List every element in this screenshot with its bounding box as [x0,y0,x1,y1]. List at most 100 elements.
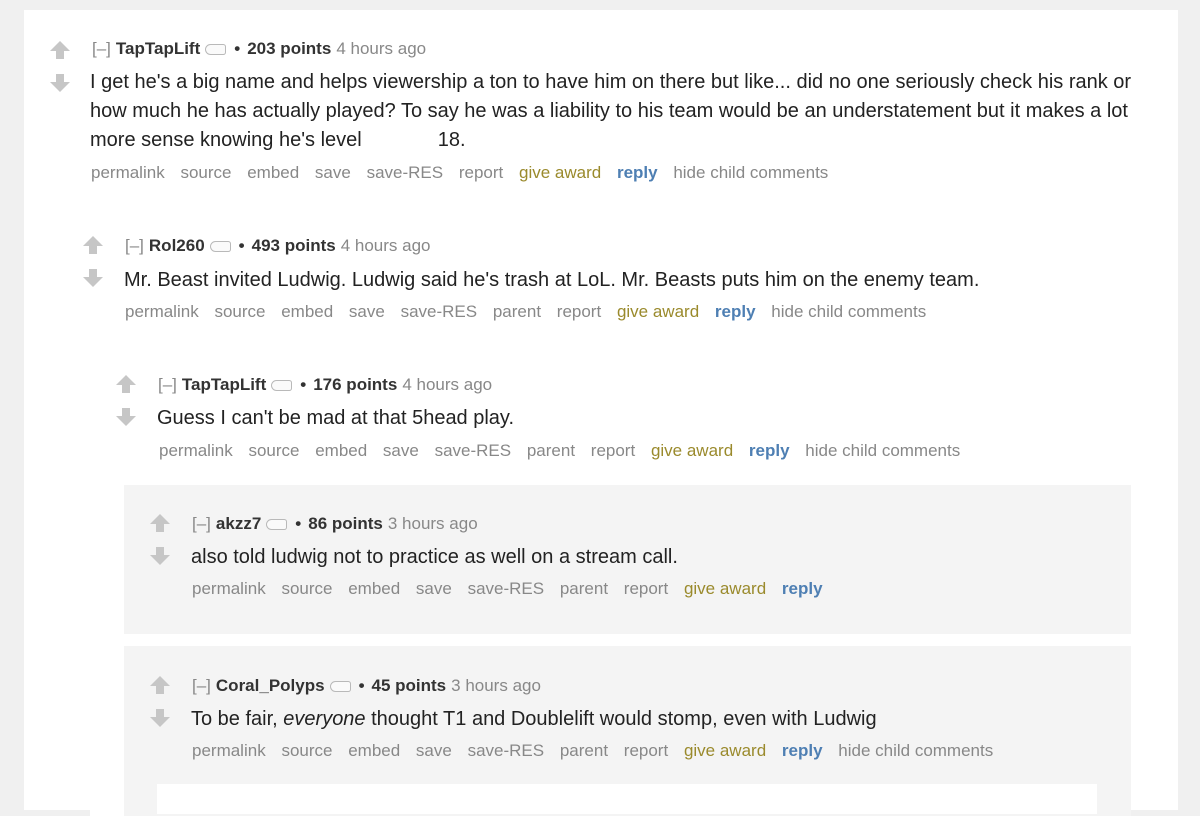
report-link[interactable]: report [624,741,668,760]
embed-link[interactable]: embed [281,302,333,321]
downvote-arrow-icon[interactable] [82,268,104,288]
save-link[interactable]: save [416,579,452,598]
comment-text: 18. [437,129,466,151]
give-award-link[interactable]: give award [651,441,733,460]
parent-link[interactable]: parent [527,441,575,460]
permalink-link[interactable]: permalink [159,441,233,460]
timestamp: 4 hours ago [336,39,427,58]
flair-tag-icon [205,43,227,55]
downvote-arrow-icon[interactable] [149,708,171,728]
comment-body: To be fair, everyone thought T1 and Doub… [191,705,1121,734]
score: 45 points [371,676,447,695]
collapse-toggle[interactable]: [–] [192,513,211,535]
downvote-arrow-icon[interactable] [115,407,137,427]
upvote-arrow-icon[interactable] [49,40,71,60]
reply-link[interactable]: reply [749,441,790,460]
report-link[interactable]: report [591,441,635,460]
source-link[interactable]: source [248,441,299,460]
save-link[interactable]: save [416,741,452,760]
comment-tagline: [–] TapTapLift • 176 points 4 hours ago [158,374,492,396]
permalink-link[interactable]: permalink [192,579,266,598]
upvote-arrow-icon[interactable] [115,374,137,394]
comment-actions: permalink source embed save save-RES par… [192,578,834,600]
collapse-toggle[interactable]: [–] [125,235,144,257]
report-link[interactable]: report [624,579,668,598]
permalink-link[interactable]: permalink [91,163,165,182]
author-link[interactable]: TapTapLift [182,374,266,396]
author-link[interactable]: Rol260 [149,235,205,257]
comment-text: I get he's a big name and helps viewersh… [90,71,1132,151]
score: 203 points [247,39,332,58]
comment-body: also told ludwig not to practice as well… [191,543,1121,572]
embed-link[interactable]: embed [348,741,400,760]
flair-tag-icon [266,518,288,530]
hide-child-comments-link[interactable]: hide child comments [771,302,926,321]
give-award-link[interactable]: give award [684,579,766,598]
author-link[interactable]: TapTapLift [116,38,200,60]
timestamp: 3 hours ago [451,676,541,695]
separator-bullet: • [358,676,365,695]
comment-body: Guess I can't be mad at that 5head play. [157,404,1117,433]
embed-link[interactable]: embed [247,163,299,182]
nested-comment-box [157,784,1097,814]
save-res-link[interactable]: save-RES [468,741,545,760]
save-res-link[interactable]: save-RES [468,579,545,598]
collapse-toggle[interactable]: [–] [92,38,111,60]
collapse-toggle[interactable]: [–] [158,374,177,396]
report-link[interactable]: report [459,163,503,182]
source-link[interactable]: source [180,163,231,182]
separator-bullet: • [295,514,302,533]
parent-link[interactable]: parent [560,741,608,760]
score: 493 points [251,236,336,255]
report-link[interactable]: report [557,302,601,321]
comment-actions: permalink source embed save save-RES par… [125,301,937,323]
embed-link[interactable]: embed [348,579,400,598]
reply-link[interactable]: reply [782,579,823,598]
give-award-link[interactable]: give award [617,302,699,321]
hide-child-comments-link[interactable]: hide child comments [673,163,828,182]
save-link[interactable]: save [349,302,385,321]
timestamp: 4 hours ago [402,375,493,394]
flair-tag-icon [271,379,293,391]
comment-tagline: [–] Rol260 • 493 points 4 hours ago [125,235,431,257]
reply-link[interactable]: reply [715,302,756,321]
save-res-link[interactable]: save-RES [401,302,478,321]
give-award-link[interactable]: give award [519,163,601,182]
upvote-arrow-icon[interactable] [82,235,104,255]
comment-body: Mr. Beast invited Ludwig. Ludwig said he… [124,266,1124,295]
collapse-toggle[interactable]: [–] [192,675,211,697]
save-res-link[interactable]: save-RES [367,163,444,182]
downvote-arrow-icon[interactable] [49,73,71,93]
source-link[interactable]: source [281,741,332,760]
reply-link[interactable]: reply [617,163,658,182]
author-link[interactable]: akzz7 [216,513,261,535]
comment-text: Mr. Beast invited Ludwig. Ludwig said he… [124,269,980,291]
comment-text: To be fair, [191,708,284,730]
embed-link[interactable]: embed [315,441,367,460]
parent-link[interactable]: parent [493,302,541,321]
save-res-link[interactable]: save-RES [435,441,512,460]
comment-actions: permalink source embed save save-RES rep… [91,162,839,184]
permalink-link[interactable]: permalink [192,741,266,760]
upvote-arrow-icon[interactable] [149,675,171,695]
save-link[interactable]: save [315,163,351,182]
save-link[interactable]: save [383,441,419,460]
permalink-link[interactable]: permalink [125,302,199,321]
flair-tag-icon [329,680,351,692]
source-link[interactable]: source [281,579,332,598]
reply-link[interactable]: reply [782,741,823,760]
comment-body: I get he's a big name and helps viewersh… [90,68,1160,155]
parent-link[interactable]: parent [560,579,608,598]
comment-tagline: [–] Coral_Polyps • 45 points 3 hours ago [192,675,541,697]
comment-text: Guess I can't be mad at that 5head play. [157,407,515,429]
author-link[interactable]: Coral_Polyps [216,675,325,697]
separator-bullet: • [238,236,245,255]
give-award-link[interactable]: give award [684,741,766,760]
timestamp: 3 hours ago [387,514,478,533]
source-link[interactable]: source [214,302,265,321]
separator-bullet: • [300,375,307,394]
upvote-arrow-icon[interactable] [149,513,171,533]
hide-child-comments-link[interactable]: hide child comments [805,441,960,460]
hide-child-comments-link[interactable]: hide child comments [838,741,993,760]
downvote-arrow-icon[interactable] [149,546,171,566]
